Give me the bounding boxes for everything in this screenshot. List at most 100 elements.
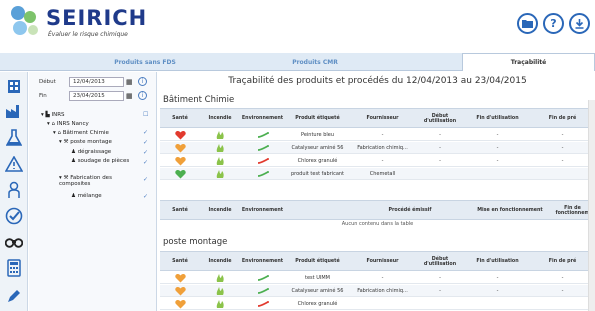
flame-hazard-icon: [200, 142, 240, 154]
download-icon[interactable]: [569, 13, 590, 34]
cell-debut: -: [439, 158, 441, 164]
app-header: SEIRICH Évaluer le risque chimique ?: [0, 0, 595, 50]
tree-item-poste-montage[interactable]: ▾ ⚒ poste montage: [59, 139, 112, 145]
col-sante[interactable]: Santé: [160, 201, 200, 221]
check-icon[interactable]: [4, 206, 24, 226]
cell-fournisseur: Fabrication chimiq...: [357, 145, 408, 151]
col-fin[interactable]: Fin d'utilisation: [465, 109, 530, 129]
calendar-icon[interactable]: ▦: [126, 78, 134, 86]
col-fournisseur[interactable]: Fournisseur: [350, 252, 415, 272]
table-row[interactable]: Catalyseur aminé 56 Fabrication chimiq...…: [160, 285, 595, 297]
cell-fournisseur: -: [381, 158, 384, 164]
tree-checkbox[interactable]: ✓: [143, 159, 148, 166]
info-icon[interactable]: i: [138, 91, 147, 100]
tab-produits-sans-fds[interactable]: Produits sans FDS: [60, 53, 230, 71]
col-produit[interactable]: Produit étiqueté: [285, 252, 350, 272]
tree-label: soudage de pièces: [77, 158, 130, 164]
warning-icon[interactable]: [4, 154, 24, 174]
col-debut[interactable]: Début d'utilisation: [415, 252, 465, 272]
col-environnement[interactable]: Environnement: [240, 109, 285, 129]
section-title-poste-montage: poste montage: [163, 237, 228, 247]
fin-date-input[interactable]: 23/04/2015: [69, 91, 124, 101]
info-icon[interactable]: i: [138, 77, 147, 86]
tree-checkbox[interactable]: ✓: [143, 149, 148, 156]
tree-item-degraissage[interactable]: ♟ dégraissage: [71, 149, 111, 155]
cell-debut: -: [439, 288, 441, 294]
col-fin-pre[interactable]: Fin de pré: [530, 109, 595, 129]
vertical-scrollbar[interactable]: [588, 100, 595, 311]
table-row[interactable]: produit test fabricant Chemetall: [160, 168, 595, 180]
col-debut[interactable]: Début d'utilisation: [415, 109, 465, 129]
tree-item-melange[interactable]: ♟ mélange: [71, 193, 102, 199]
flame-hazard-icon: [200, 285, 240, 297]
folder-icon[interactable]: [517, 13, 538, 34]
col-fin-pre[interactable]: Fin de pré: [530, 252, 595, 272]
col-incendie[interactable]: Incendie: [200, 252, 240, 272]
cell-debut: -: [439, 145, 441, 151]
flask-icon[interactable]: [4, 128, 24, 148]
col-incendie[interactable]: Incendie: [200, 109, 240, 129]
cell-fin: -: [496, 145, 499, 151]
col-procede[interactable]: Procédé émissif: [350, 201, 470, 221]
cell-produit: Catalyseur aminé 56: [291, 145, 344, 151]
tree-item-soudage[interactable]: ♟ soudage de pièces: [71, 158, 131, 164]
cell-debut: [415, 298, 465, 310]
col-environnement[interactable]: Environnement: [240, 252, 285, 272]
debut-label: Début: [39, 79, 56, 85]
tree-item-batiment-chimie[interactable]: ▾ ⌂ Bâtiment Chimie: [53, 130, 109, 136]
table-row[interactable]: test UIMM - - - -: [160, 272, 595, 284]
pencil-icon[interactable]: [4, 286, 24, 306]
cell-debut: -: [439, 275, 441, 281]
tree-label: Bâtiment Chimie: [62, 130, 109, 136]
col-mise-en-fonctionnement[interactable]: Mise en fonctionnement: [470, 201, 550, 221]
col-environnement[interactable]: Environnement: [240, 201, 285, 221]
cell-produit: Chlorex granulé: [297, 158, 338, 164]
environment-hazard-icon: [240, 129, 285, 141]
binoculars-icon[interactable]: [4, 232, 24, 252]
filter-tree-panel: Début 12/04/2013 ▦ i Fin 23/04/2015 ▦ i …: [29, 72, 157, 311]
col-incendie[interactable]: Incendie: [200, 201, 240, 221]
col-fin[interactable]: Fin d'utilisation: [465, 252, 530, 272]
tree-checkbox[interactable]: ✓: [143, 139, 148, 146]
tab-produits-cmr[interactable]: Produits CMR: [230, 53, 400, 71]
table-row[interactable]: Chlorex granulé - - - -: [160, 155, 595, 167]
tree-label: Fabrication des composites: [59, 175, 112, 187]
table-row[interactable]: Catalyseur aminé 56 Fabrication chimiq...…: [160, 142, 595, 154]
cell-produit: test UIMM: [305, 275, 330, 281]
tree-checkbox[interactable]: ✓: [143, 176, 148, 183]
cell-finpre: -: [561, 158, 564, 164]
tree-checkbox[interactable]: ✓: [143, 193, 148, 200]
calendar-icon[interactable]: ▦: [126, 92, 134, 100]
cell-fournisseur: [350, 298, 415, 310]
cell-fournisseur: Chemetall: [369, 171, 396, 177]
col-fournisseur[interactable]: Fournisseur: [350, 109, 415, 129]
table-row[interactable]: Chlorex granulé: [160, 298, 595, 310]
brand-name: SEIRICH: [46, 6, 148, 30]
empty-table-message: Aucun contenu dans la table: [341, 221, 414, 227]
table-row[interactable]: Peinture bleu - - - -: [160, 129, 595, 141]
tree-label: INRS Nancy: [56, 121, 89, 127]
debut-date-input[interactable]: 12/04/2013: [69, 77, 124, 87]
col-sante[interactable]: Santé: [160, 252, 200, 272]
tab-tracabilite[interactable]: Traçabilité: [462, 53, 595, 71]
flame-hazard-icon: [200, 298, 240, 310]
calculator-icon[interactable]: [4, 258, 24, 278]
col-produit[interactable]: Produit étiqueté: [285, 109, 350, 129]
flame-hazard-icon: [200, 272, 240, 284]
heart-hazard-icon: [160, 285, 200, 297]
help-button[interactable]: ?: [543, 13, 564, 34]
tree-item-fabrication-composites[interactable]: ▾ ⚒ Fabrication des composites: [59, 175, 131, 187]
factory-icon[interactable]: [4, 101, 24, 121]
tree-item-inrs-nancy[interactable]: ▾ ⌂ INRS Nancy: [47, 121, 89, 127]
cell-finpre: [530, 298, 595, 310]
tree-checkbox[interactable]: ✓: [143, 129, 148, 136]
environment-hazard-icon: [240, 272, 285, 284]
section-title-batiment-chimie: Bâtiment Chimie: [163, 95, 235, 105]
tree-item-inrs[interactable]: ▾ ▙ INRS: [41, 112, 65, 118]
col-sante[interactable]: Santé: [160, 109, 200, 129]
flame-hazard-icon: [200, 155, 240, 167]
building-icon[interactable]: [4, 76, 24, 96]
worker-icon[interactable]: [4, 180, 24, 200]
cell-fin: [465, 168, 530, 180]
tree-checkbox[interactable]: ☐: [143, 111, 148, 118]
